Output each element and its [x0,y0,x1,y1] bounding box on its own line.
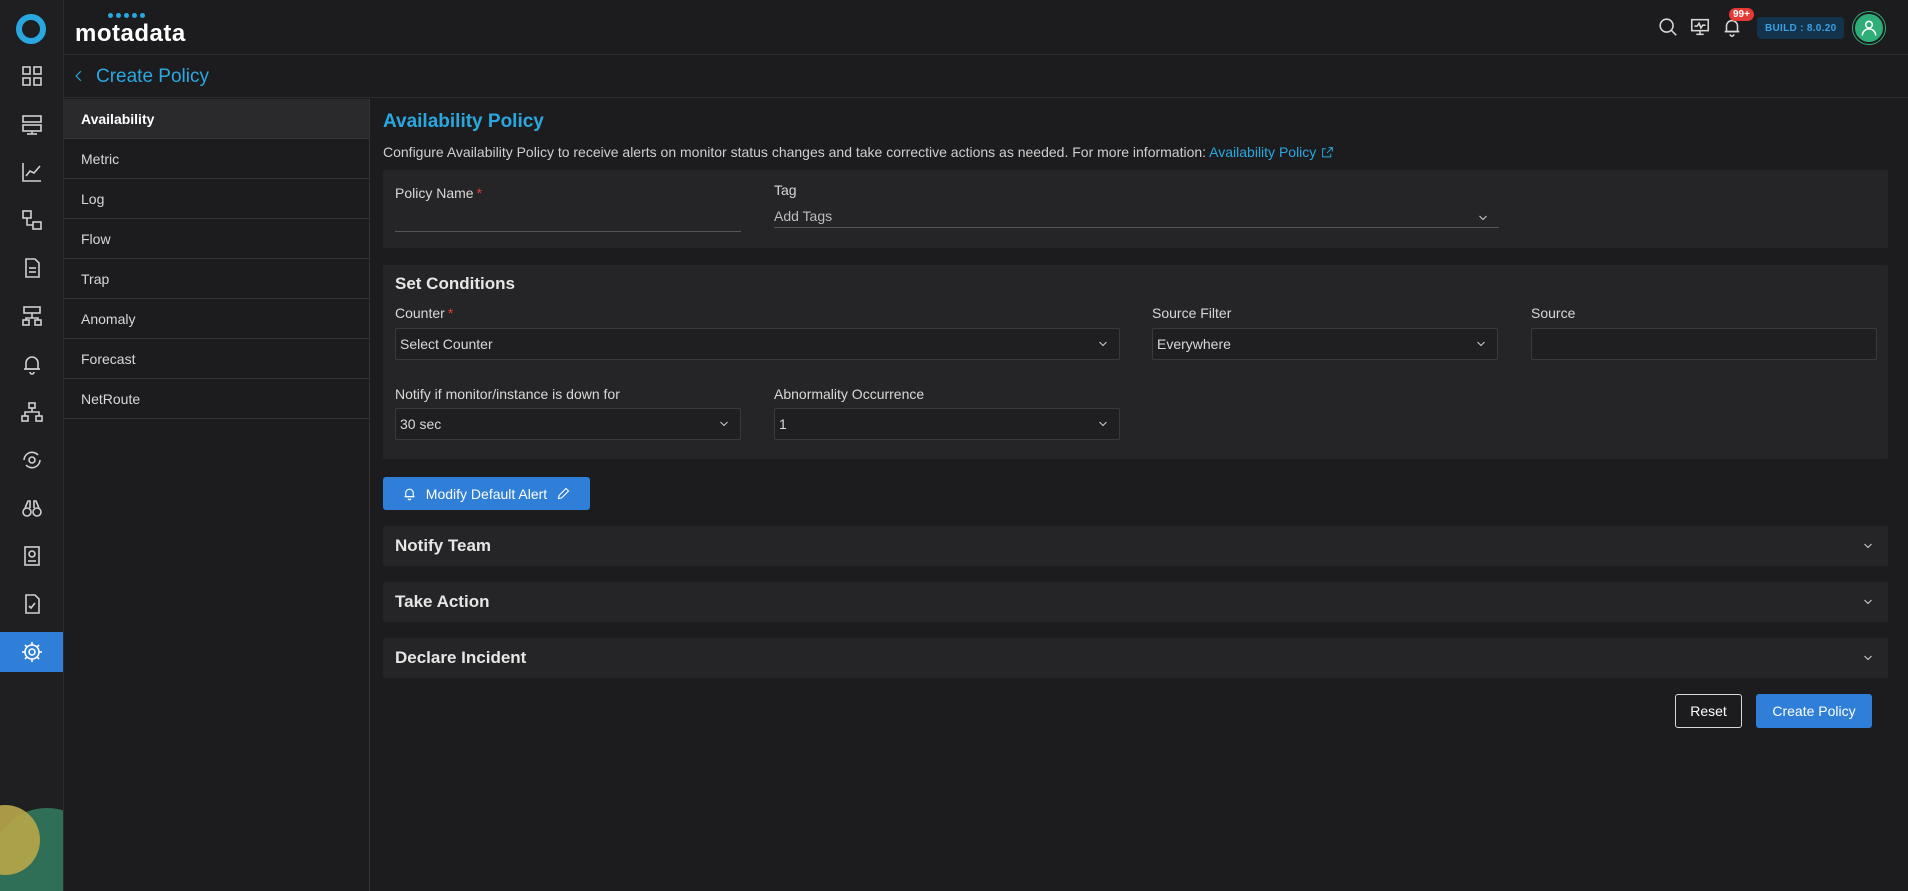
main-content: Availability Policy Configure Availabili… [371,99,1908,891]
hierarchy-icon[interactable] [0,392,63,432]
chevron-down-icon [1099,421,1107,427]
top-header: motadata 99+ BUILD : 8.0.20 [64,0,1908,55]
notify-down-value: 30 sec [400,416,442,432]
abnormality-value: 1 [779,416,787,432]
source-filter-label: Source Filter [1152,305,1232,321]
description: Configure Availability Policy to receive… [383,144,1334,160]
dashboard-icon[interactable] [0,56,63,96]
abnormality-select[interactable]: 1 [774,408,1120,440]
user-icon [1861,20,1877,36]
icon-rail [0,0,64,891]
nav-item-availability[interactable]: Availability [64,99,369,139]
nav-item-netroute[interactable]: NetRoute [64,379,369,419]
abnormality-label: Abnormality Occurrence [774,386,925,402]
policy-name-label: Policy Name * [395,185,483,201]
report-icon[interactable] [0,248,63,288]
source-label: Source [1531,305,1576,321]
external-link-icon [1322,147,1334,158]
tag-input[interactable]: Add Tags [774,202,1499,228]
chevron-down-icon [1864,543,1872,549]
nav-item-metric[interactable]: Metric [64,139,369,179]
nav-item-flow[interactable]: Flow [64,219,369,259]
source-filter-value: Everywhere [1157,336,1231,352]
policy-name-input[interactable] [395,206,741,232]
bell-icon [404,488,415,501]
monitor-icon[interactable] [1687,14,1713,40]
create-policy-button[interactable]: Create Policy [1756,694,1872,728]
notify-team-title: Notify Team [395,536,492,555]
network-icon[interactable] [0,296,63,336]
settings-icon[interactable] [0,632,63,672]
tag-placeholder: Add Tags [774,208,833,224]
back-arrow-icon[interactable] [69,66,89,86]
nav-item-anomaly[interactable]: Anomaly [64,299,369,339]
tag-label: Tag [774,182,797,198]
chevron-down-icon [1479,215,1487,221]
nav-item-forecast[interactable]: Forecast [64,339,369,379]
server-icon[interactable] [0,104,63,144]
source-input[interactable] [1531,328,1877,360]
user-avatar[interactable] [1853,12,1885,44]
search-icon[interactable] [1655,14,1681,40]
reset-button[interactable]: Reset [1675,694,1742,728]
declare-incident-section[interactable]: Declare Incident [383,638,1888,678]
conditions-title: Set Conditions [395,274,515,293]
page-title: Create Policy [96,66,209,87]
counter-select[interactable]: Select Counter [395,328,1120,360]
help-link-label: Availability Policy [1209,144,1317,160]
notify-down-select[interactable]: 30 sec [395,408,741,440]
alert-bell-icon[interactable] [0,344,63,384]
modify-default-alert-button[interactable]: Modify Default Alert [383,477,590,510]
counter-value: Select Counter [400,336,493,352]
help-link[interactable]: Availability Policy [1209,144,1334,160]
notification-badge: 99+ [1729,8,1754,21]
modify-default-alert-label: Modify Default Alert [425,485,548,502]
policy-type-nav: Availability Metric Log Flow Trap Anomal… [64,99,370,891]
brand-logo[interactable]: motadata [75,20,186,48]
metric-explorer-icon[interactable] [0,152,63,192]
nav-item-trap[interactable]: Trap [64,259,369,299]
brand-dots [108,13,145,18]
chevron-down-icon [1099,341,1107,347]
notify-down-label: Notify if monitor/instance is down for [395,386,620,402]
take-action-title: Take Action [395,592,490,611]
source-filter-select[interactable]: Everywhere [1152,328,1498,360]
app-logo-icon[interactable] [16,14,46,44]
build-version-badge: BUILD : 8.0.20 [1757,17,1845,39]
declare-incident-title: Declare Incident [395,648,527,667]
checklist-icon[interactable] [0,584,63,624]
page-header: Create Policy [64,56,1908,98]
chevron-down-icon [1864,599,1872,605]
chevron-down-icon [720,421,728,427]
binoculars-icon[interactable] [0,488,63,528]
take-action-section[interactable]: Take Action [383,582,1888,622]
policy-info-panel: Policy Name * Tag Add Tags [383,170,1888,248]
sync-icon[interactable] [0,440,63,480]
pencil-icon [557,487,570,500]
notify-team-section[interactable]: Notify Team [383,526,1888,566]
section-heading: Availability Policy [383,111,544,132]
description-text: Configure Availability Policy to receive… [383,144,1207,160]
nav-item-log[interactable]: Log [64,179,369,219]
counter-label: Counter * [395,305,454,321]
chevron-down-icon [1477,341,1485,347]
topology-icon[interactable] [0,200,63,240]
chevron-down-icon [1864,655,1872,661]
audit-icon[interactable] [0,536,63,576]
conditions-panel: Set Conditions Counter * Select Counter S… [383,265,1888,459]
